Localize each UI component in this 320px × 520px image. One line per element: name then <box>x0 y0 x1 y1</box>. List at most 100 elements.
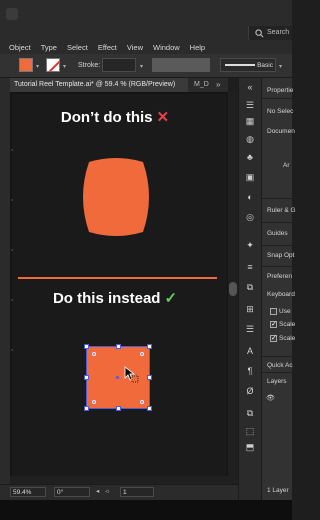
graphic-styles-icon[interactable]: ▣ <box>245 172 255 182</box>
menu-type[interactable]: Type <box>41 43 57 52</box>
scale-corners-label: Scale <box>279 321 296 328</box>
artboard-label: Ar <box>283 162 290 169</box>
search-placeholder: Search <box>267 29 290 36</box>
resize-handle-nw[interactable] <box>84 344 89 349</box>
resize-handle-ne[interactable] <box>147 344 152 349</box>
properties-panel-icon[interactable]: ☰ <box>245 100 255 110</box>
heading-dont-do-this: Don’t do this ✕ <box>0 108 230 126</box>
stroke-panel-icon[interactable]: ≡ <box>245 262 255 272</box>
paragraph-icon[interactable]: ¶ <box>245 366 255 376</box>
menu-bar: Object Type Select Effect View Window He… <box>0 40 292 54</box>
horizontal-scrollbar[interactable] <box>10 476 228 484</box>
use-preview-label: Use <box>279 308 291 315</box>
transparency-icon[interactable]: ◎ <box>245 212 255 222</box>
layers-tab[interactable]: Layers <box>267 378 287 385</box>
preferences-label: Preferen <box>267 273 292 280</box>
heading-do-text: Do this instead <box>52 290 161 307</box>
tab-document-2[interactable]: M_D <box>194 81 209 88</box>
rotation-value: 0° <box>57 489 64 496</box>
transform-icon[interactable]: ☰ <box>245 324 255 334</box>
divider <box>262 356 292 357</box>
menu-view[interactable]: View <box>127 43 143 52</box>
check-mark-icon: ✓ <box>164 290 178 307</box>
menu-help[interactable]: Help <box>190 43 205 52</box>
variable-width-field[interactable] <box>152 58 210 72</box>
brushes-icon[interactable]: ✦ <box>245 240 255 250</box>
brush-stroke-preview <box>225 64 255 66</box>
symbols-icon[interactable]: ♣ <box>245 152 255 162</box>
color-wheel-icon[interactable]: ◍ <box>245 134 255 144</box>
resize-handle-w[interactable] <box>84 375 89 380</box>
vertical-scroll-thumb[interactable] <box>229 282 237 296</box>
corner-widget-sw[interactable] <box>92 400 96 404</box>
zoom-level-field[interactable]: 59.4% <box>10 487 46 497</box>
heading-do-this-instead: Do this instead ✓ <box>0 289 230 307</box>
bottom-edge <box>0 500 292 520</box>
heading-dont-text: Don’t do this <box>60 109 153 126</box>
artboard-nav-arrows[interactable]: ◂ ◃ <box>96 487 110 495</box>
resize-handle-s[interactable] <box>116 406 121 411</box>
resize-handle-e[interactable] <box>147 375 152 380</box>
scale-strokes-checkbox[interactable] <box>270 334 277 342</box>
asset-export-icon[interactable]: ⬚ <box>245 426 255 436</box>
document-section-label: Documen <box>267 128 295 135</box>
divider-line <box>18 277 217 279</box>
artboard-number-field[interactable]: 1 <box>120 487 154 497</box>
resize-handle-se[interactable] <box>147 406 152 411</box>
brush-dropdown-icon[interactable]: ▾ <box>279 63 282 70</box>
stroke-label: Stroke: <box>78 62 101 69</box>
no-selection-label: No Selec <box>267 108 294 115</box>
zoom-value: 59.4% <box>13 489 32 496</box>
glyphs-icon[interactable]: Ø <box>245 386 255 396</box>
menu-window[interactable]: Window <box>153 43 180 52</box>
properties-panel <box>262 78 292 500</box>
tab-document-active[interactable]: Tutorial Reel Template.ai* @ 59.4 % (RGB… <box>10 78 188 92</box>
corner-widget-nw[interactable] <box>92 352 96 356</box>
divider <box>262 98 292 99</box>
artboards-icon[interactable]: ⬒ <box>245 442 255 452</box>
cross-mark-icon: ✕ <box>156 109 170 126</box>
align-icon[interactable]: ⊞ <box>245 304 255 314</box>
ruler-ticks <box>11 149 13 351</box>
more-tabs-icon[interactable]: » <box>216 80 220 89</box>
divider <box>262 198 292 199</box>
collapse-panels-icon[interactable]: « <box>245 82 255 92</box>
layer-visibility-eye-icon[interactable]: 👁 <box>266 394 275 402</box>
swatches-icon[interactable]: ▦ <box>245 116 255 126</box>
layer-count-label: 1 Layer <box>267 487 289 494</box>
character-icon[interactable]: A <box>245 346 255 356</box>
pathfinder-icon[interactable]: ⧉ <box>245 282 255 292</box>
resize-handle-n[interactable] <box>116 344 121 349</box>
corner-widget-se[interactable] <box>140 400 144 404</box>
divider <box>262 266 292 267</box>
resize-handle-sw[interactable] <box>84 406 89 411</box>
bulged-square-shape[interactable] <box>81 158 151 236</box>
search-icon <box>255 29 264 38</box>
scale-corners-checkbox[interactable] <box>270 320 277 328</box>
stroke-swatch[interactable] <box>46 58 60 72</box>
brush-definition-field[interactable]: Basic <box>220 58 276 72</box>
use-preview-bounds-checkbox[interactable] <box>270 308 277 315</box>
rotate-view-field[interactable]: 0° <box>54 487 90 497</box>
keyboard-increment-label: Keyboard <box>267 291 295 298</box>
fill-swatch[interactable] <box>19 58 33 72</box>
properties-title[interactable]: Propertie <box>267 87 293 94</box>
links-icon[interactable]: ⧉ <box>245 408 255 418</box>
stroke-weight-dropdown-icon[interactable]: ▾ <box>140 63 143 70</box>
stroke-weight-field[interactable] <box>102 58 136 72</box>
menu-effect[interactable]: Effect <box>98 43 117 52</box>
stroke-dropdown-icon[interactable]: ▾ <box>63 63 66 70</box>
appearance-icon[interactable]: ◐ <box>245 192 255 202</box>
fill-dropdown-icon[interactable]: ▾ <box>36 63 39 70</box>
artboard-number: 1 <box>123 489 127 496</box>
guides-label: Guides <box>267 230 288 237</box>
search-input[interactable]: Search <box>248 26 292 40</box>
corner-widget-ne[interactable] <box>140 352 144 356</box>
tab-document-title: Tutorial Reel Template.ai* @ 59.4 % (RGB… <box>14 81 176 88</box>
menu-object[interactable]: Object <box>9 43 31 52</box>
menu-select[interactable]: Select <box>67 43 88 52</box>
center-point <box>116 376 119 379</box>
scale-strokes-label: Scale <box>279 335 296 342</box>
divider <box>262 372 292 373</box>
app-icon[interactable] <box>6 8 18 20</box>
